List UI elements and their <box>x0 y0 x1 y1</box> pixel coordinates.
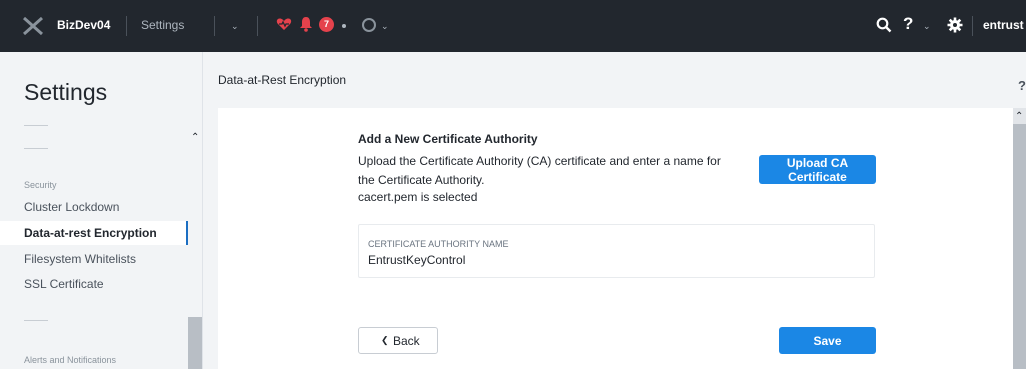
top-navigation-bar: BizDev04 Settings ⌄ 7 ⌄ ? ⌄ entrust <box>0 0 1026 52</box>
circle-icon[interactable] <box>362 18 376 32</box>
logo-icon[interactable] <box>22 17 44 35</box>
back-button-label: Back <box>393 334 420 348</box>
section-title: Add a New Certificate Authority <box>358 132 538 146</box>
page-name: Settings <box>141 18 185 32</box>
help-icon[interactable]: ? <box>903 14 913 34</box>
sidebar-item-data-at-rest-encryption[interactable]: Data-at-rest Encryption <box>0 221 188 245</box>
sidebar-separator <box>24 320 48 321</box>
sidebar-separator <box>24 148 48 149</box>
chevron-up-icon[interactable]: ⌃ <box>191 132 199 143</box>
ca-name-input[interactable]: EntrustKeyControl <box>368 253 465 267</box>
content-scrollbar-thumb[interactable] <box>1013 124 1026 369</box>
chevron-down-icon[interactable]: ⌄ <box>923 21 931 32</box>
divider <box>126 16 127 36</box>
sidebar-item-cluster-lockdown[interactable]: Cluster Lockdown <box>0 195 188 219</box>
save-button[interactable]: Save <box>779 327 876 354</box>
cluster-name[interactable]: BizDev04 <box>57 18 110 32</box>
divider <box>257 16 258 36</box>
alert-count-badge[interactable]: 7 <box>319 17 334 32</box>
back-button[interactable]: ❮ Back <box>358 327 438 354</box>
upload-ca-certificate-button[interactable]: Upload CA Certificate <box>759 155 876 184</box>
sidebar-item-ssl-certificate[interactable]: SSL Certificate <box>0 272 188 296</box>
divider <box>214 16 215 36</box>
divider <box>972 16 973 36</box>
gear-icon[interactable] <box>947 17 963 33</box>
section-description: Upload the Certificate Authority (CA) ce… <box>358 154 721 187</box>
heart-icon[interactable] <box>276 16 292 32</box>
sidebar-scrollbar[interactable] <box>188 317 202 369</box>
chevron-down-icon[interactable]: ⌄ <box>381 21 389 32</box>
user-menu[interactable]: entrust <box>983 18 1024 32</box>
chevron-up-icon[interactable]: ⌃ <box>1015 111 1023 122</box>
ca-name-label: CERTIFICATE AUTHORITY NAME <box>368 239 509 249</box>
sidebar-group-header: Alerts and Notifications <box>24 355 117 365</box>
sidebar-item-filesystem-whitelists[interactable]: Filesystem Whitelists <box>0 247 188 271</box>
sidebar-separator <box>24 125 48 126</box>
sidebar-title: Settings <box>24 79 108 105</box>
ca-name-field[interactable] <box>358 224 875 278</box>
chevron-left-icon: ❮ <box>381 335 389 345</box>
bell-icon[interactable] <box>299 16 313 32</box>
sidebar-group-header: Security <box>24 180 57 190</box>
help-icon[interactable]: ? <box>1018 78 1026 93</box>
chevron-down-icon[interactable]: ⌄ <box>231 21 239 32</box>
page-title: Data-at-Rest Encryption <box>218 73 347 87</box>
search-icon[interactable] <box>876 17 892 33</box>
status-dot <box>342 24 346 28</box>
selected-file-status: cacert.pem is selected <box>358 190 478 204</box>
